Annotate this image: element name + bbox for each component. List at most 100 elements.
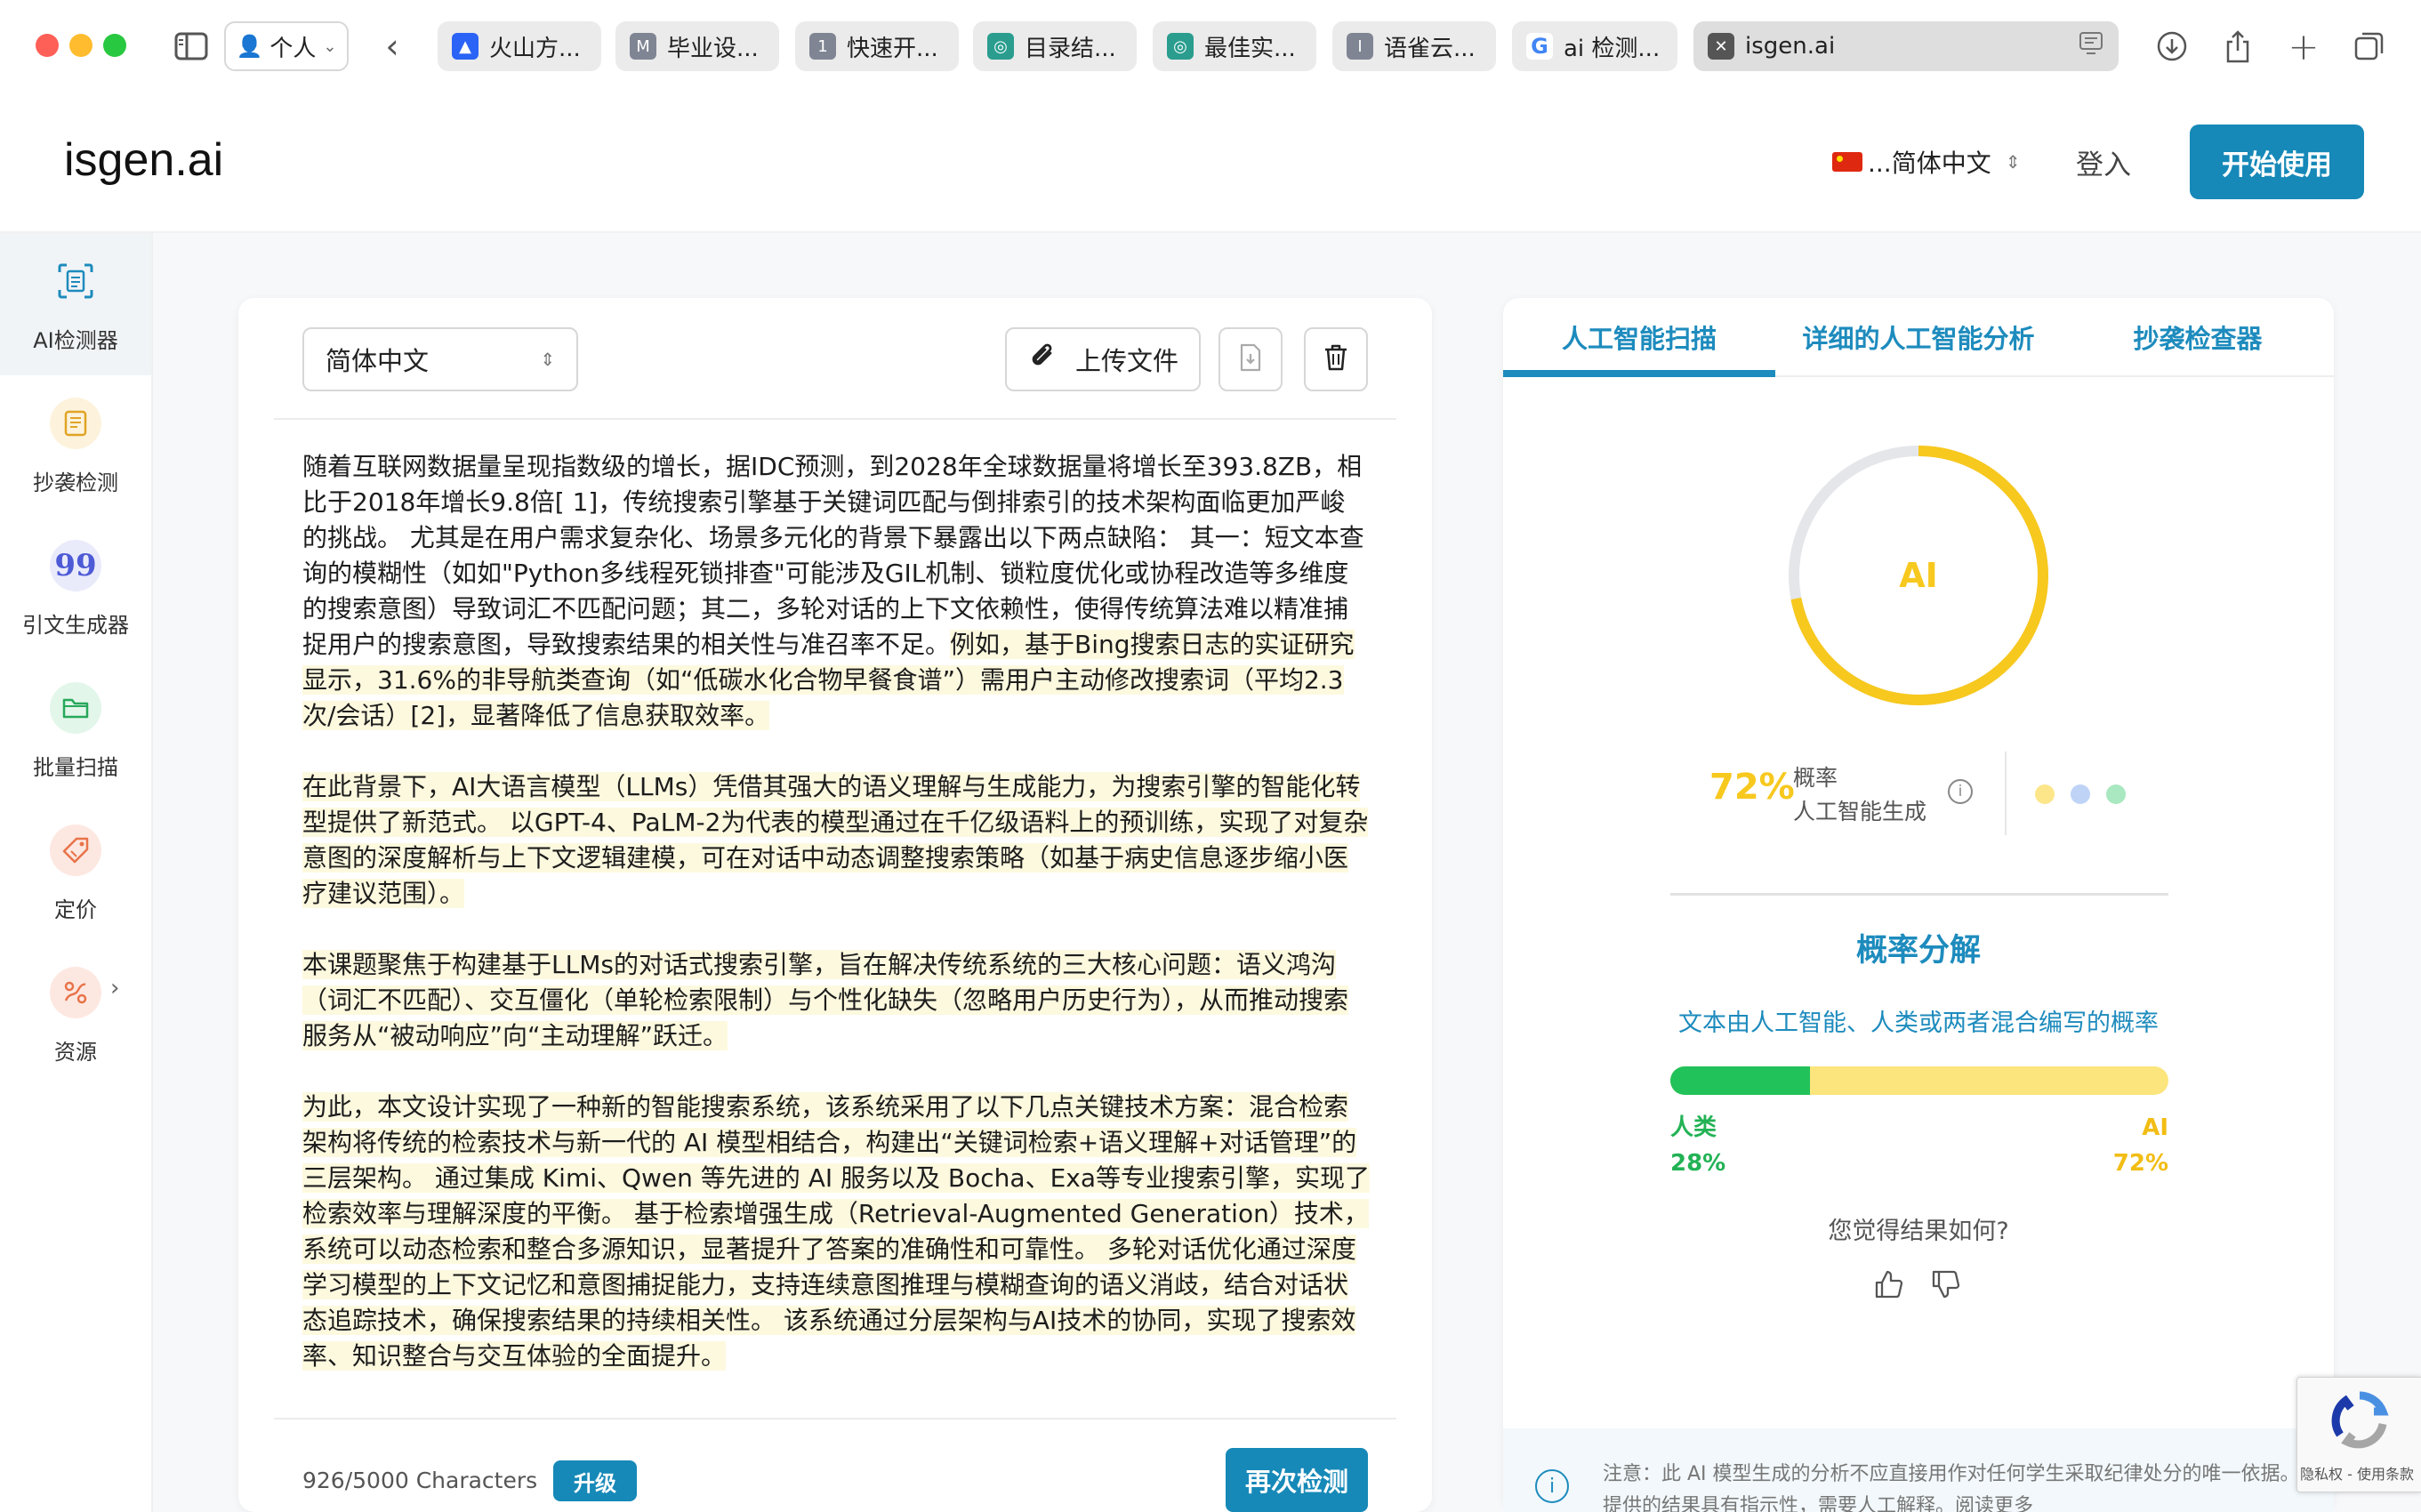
sidebar-item-batch-scan[interactable]: 批量扫描 [0, 660, 151, 802]
sidebar-item-citation[interactable]: 99 引文生成器 [0, 518, 151, 660]
folder-icon [50, 681, 101, 734]
chevron-right-icon[interactable]: › [110, 975, 119, 1001]
sidebar-item-ai-detector[interactable]: AI检测器 [0, 233, 151, 375]
ai-highlighted-text: 在此背景下，AI大语言模型（LLMs）凭借其强大的语义理解与生成能力，为搜索引擎… [302, 772, 1369, 908]
ai-scan-icon [50, 255, 101, 307]
ai-highlighted-text: 为此，本文设计实现了一种新的智能搜索系统，该系统采用了以下几点关键技术方案：混合… [302, 1092, 1370, 1371]
browser-tab[interactable]: 1 快速开... [795, 21, 959, 71]
human-percent: 28% [1670, 1150, 1726, 1177]
login-link[interactable]: 登入 [2076, 142, 2131, 182]
quote-icon: 99 [50, 539, 101, 591]
sidebar-item-label: 引文生成器 [22, 612, 129, 638]
ai-probability-donut: AI [1789, 446, 2048, 705]
text-language-value: 简体中文 [326, 346, 430, 376]
section-divider [1670, 893, 2168, 896]
minimize-window-button[interactable] [69, 34, 92, 57]
sidebar-item-resources[interactable]: 资源 [0, 945, 151, 1087]
upgrade-button[interactable]: 升级 [553, 1460, 637, 1501]
sidebar-item-label: 定价 [54, 897, 97, 922]
thumbs-up-icon[interactable] [1873, 1268, 1909, 1304]
tab-title: 火山方... [489, 35, 581, 62]
browser-tab[interactable]: ◎ 目录结... [973, 21, 1137, 71]
text-paragraph: 本课题聚焦于构建基于LLMs的对话式搜索引擎，旨在解决传统系统的三大核心问题：语… [302, 947, 1370, 1054]
input-text-area[interactable]: 随着互联网数据量呈现指数级的增长，据IDC预测，到2028年全球数据量将增长至3… [302, 449, 1370, 1410]
person-icon: 👤 [236, 34, 263, 59]
tab-ai-scan[interactable]: 人工智能扫描 [1503, 298, 1775, 376]
upload-file-button[interactable]: 上传文件 [1005, 327, 1201, 391]
legend-dot-mixed [2071, 784, 2090, 804]
new-tab-icon[interactable]: + [2286, 25, 2321, 68]
tab-favicon-icon: ✕ [1708, 33, 1734, 60]
export-file-button[interactable] [1219, 327, 1283, 391]
tab-favicon-icon: G [1526, 33, 1553, 60]
feedback-question: 您觉得结果如何? [1828, 1218, 2009, 1245]
close-window-button[interactable] [36, 34, 59, 57]
info-icon[interactable]: i [1948, 779, 1973, 804]
tab-title: 目录结... [1025, 35, 1116, 62]
sidebar-item-plagiarism[interactable]: 抄袭检测 [0, 375, 151, 518]
updown-chevron-icon: ⇕ [540, 349, 555, 370]
ai-percent-value: 72% [1709, 767, 1795, 808]
recaptcha-terms[interactable]: 隐私权 - 使用条款 [2300, 1462, 2414, 1484]
editor-bottom-divider [274, 1418, 1396, 1420]
upload-file-label: 上传文件 [1074, 346, 1178, 376]
left-sidebar: AI检测器 抄袭检测 99 引文生成器 批量扫描 定价 资源 [0, 233, 153, 1512]
sidebar-toggle-icon[interactable] [173, 28, 210, 64]
chevron-down-icon: ⌄ [323, 36, 337, 56]
sidebar-item-label: 资源 [54, 1039, 97, 1065]
tab-title: ai 检测... [1564, 35, 1661, 62]
tab-title: 毕业设... [667, 35, 759, 62]
download-icon[interactable] [2154, 28, 2190, 64]
language-selector[interactable]: ...简体中文 ⇕ [1832, 144, 2020, 180]
browser-tab[interactable]: M 毕业设... [615, 21, 779, 71]
disclaimer-line2: 提供的结果具有指示性，需要人工解释。 [1603, 1495, 1956, 1512]
reader-mode-icon[interactable] [2078, 31, 2104, 62]
browser-tab[interactable]: ✕ isgen.ai [1693, 21, 2119, 71]
tag-icon [50, 824, 101, 876]
legend-dot-human [2106, 784, 2126, 804]
language-label: ...简体中文 [1868, 149, 1991, 178]
browser-tab[interactable]: ▲ 火山方... [438, 21, 601, 71]
tab-plagiarism-checker[interactable]: 抄袭检查器 [2062, 298, 2334, 376]
delete-text-button[interactable] [1304, 327, 1368, 391]
tab-favicon-icon: M [630, 33, 656, 60]
resources-icon [50, 966, 101, 1018]
text-paragraph: 在此背景下，AI大语言模型（LLMs）凭借其强大的语义理解与生成能力，为搜索引擎… [302, 769, 1370, 912]
tab-title: 语雀云... [1384, 35, 1476, 62]
trash-icon [1323, 343, 1349, 375]
disclaimer-text: 注意：此 AI 模型生成的分析不应直接用作对任何学生采取纪律处分的唯一依据。 提… [1603, 1459, 2332, 1512]
text-language-select[interactable]: 简体中文 ⇕ [302, 327, 578, 391]
file-download-icon [1238, 343, 1263, 375]
zoom-window-button[interactable] [103, 34, 126, 57]
back-icon[interactable]: ‹ [377, 27, 407, 66]
browser-tab[interactable]: I 语雀云... [1332, 21, 1496, 71]
get-started-button[interactable]: 开始使用 [2190, 125, 2364, 199]
notice-info-icon: i [1535, 1469, 1569, 1503]
probability-label-line1: 概率 [1793, 765, 1838, 791]
ai-highlighted-text: 本课题聚焦于构建基于LLMs的对话式搜索引擎，旨在解决传统系统的三大核心问题：语… [302, 950, 1349, 1050]
disclaimer-line1: 注意：此 AI 模型生成的分析不应直接用作对任何学生采取纪律处分的唯一依据。 [1603, 1463, 2300, 1485]
tab-favicon-icon: ▲ [452, 33, 479, 60]
tab-detailed-analysis[interactable]: 详细的人工智能分析 [1775, 298, 2062, 376]
text-paragraph: 为此，本文设计实现了一种新的智能搜索系统，该系统采用了以下几点关键技术方案：混合… [302, 1090, 1370, 1374]
human-label: 人类 [1670, 1114, 1717, 1141]
read-more-link[interactable]: 阅读更多 [1955, 1495, 2033, 1512]
legend-dot-ai [2035, 784, 2055, 804]
plain-text: 随着互联网数据量呈现指数级的增长，据IDC预测，到2028年全球数据量将增长至3… [302, 452, 1364, 659]
human-score: 人类 28% [1670, 1110, 1725, 1181]
tab-title: 快速开... [847, 35, 938, 62]
tab-overview-icon[interactable] [2352, 28, 2387, 64]
human-ai-ratio-bar [1670, 1066, 2168, 1095]
site-logo[interactable]: isgen.ai [64, 133, 223, 187]
thumbs-down-icon[interactable] [1930, 1268, 1966, 1304]
browser-tab[interactable]: ◎ 最佳实... [1153, 21, 1316, 71]
tab-favicon-icon: ◎ [987, 33, 1014, 60]
ai-score: AI 72% [2079, 1110, 2168, 1181]
recheck-button[interactable]: 再次检测 [1226, 1448, 1368, 1512]
share-icon[interactable] [2220, 27, 2256, 66]
sidebar-item-pricing[interactable]: 定价 [0, 802, 151, 945]
tab-favicon-icon: 1 [809, 33, 836, 60]
browser-tab[interactable]: Gai 检测... [1512, 21, 1677, 71]
profile-switcher[interactable]: 👤 个人 ⌄ [224, 21, 349, 71]
ai-percent: 72% [2112, 1150, 2168, 1177]
